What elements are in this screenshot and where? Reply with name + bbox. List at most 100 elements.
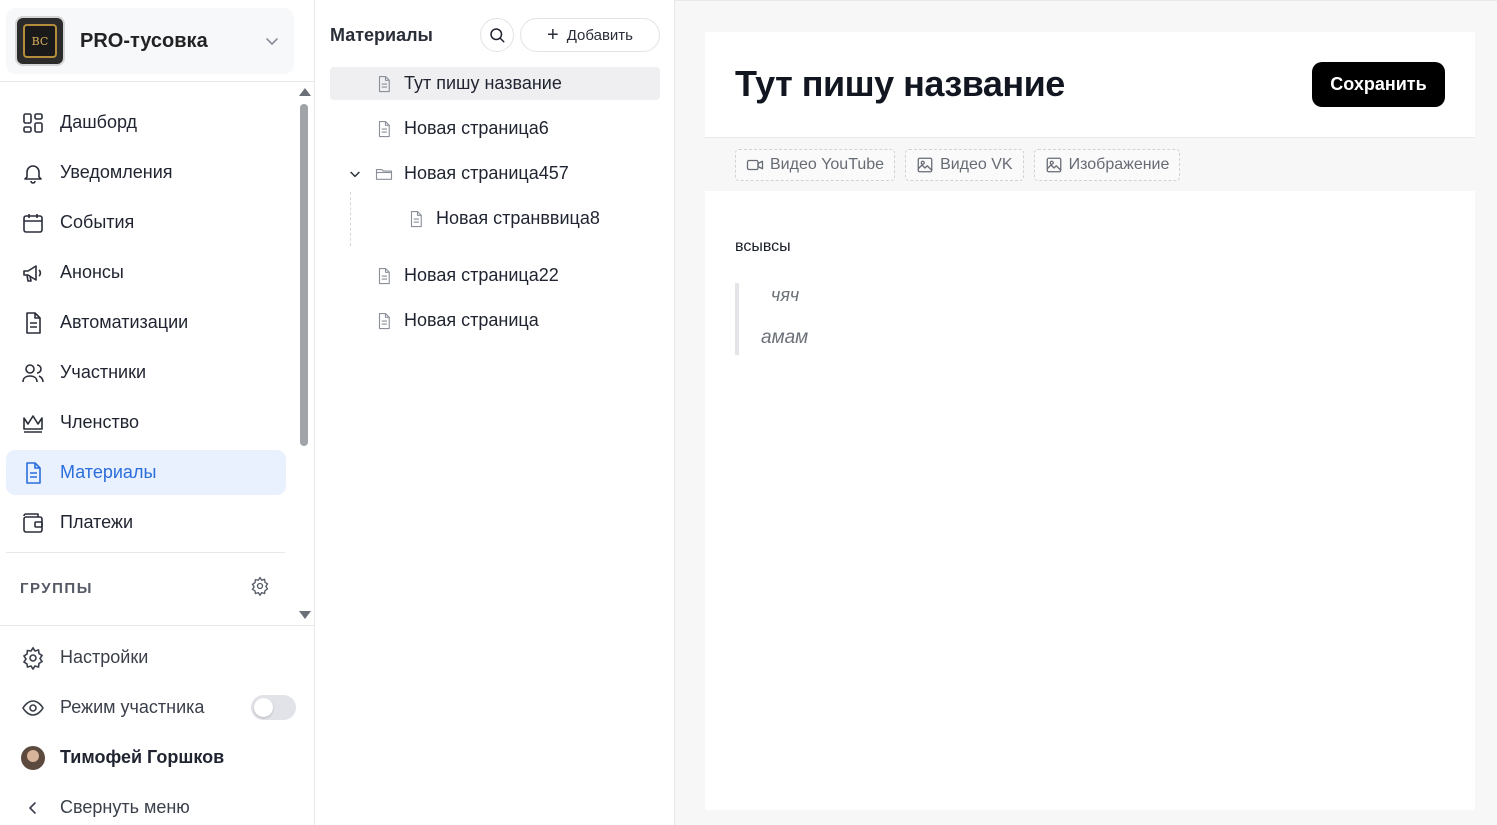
dashboard-icon bbox=[20, 110, 46, 136]
document-icon bbox=[20, 310, 46, 336]
nav-label: Уведомления bbox=[60, 162, 173, 182]
sidebar: BC PRO-тусовка Дашборд Уведомления Событ… bbox=[0, 0, 315, 825]
nav-item-payments[interactable]: Платежи bbox=[6, 500, 286, 545]
divider bbox=[6, 552, 285, 553]
nav-label: Автоматизации bbox=[60, 312, 189, 332]
materials-panel: Материалы + Добавить Тут пишу название Н… bbox=[315, 0, 675, 825]
scroll-thumb[interactable] bbox=[300, 104, 308, 446]
editor-content[interactable]: всывсы чяч амам bbox=[735, 238, 1445, 355]
tree-item[interactable]: Новая страница22 bbox=[330, 259, 660, 292]
divider bbox=[0, 625, 315, 626]
nav-item-automations[interactable]: Автоматизации bbox=[6, 300, 286, 345]
eye-icon bbox=[20, 695, 46, 721]
main-nav: Дашборд Уведомления События Анонсы Автом… bbox=[6, 100, 286, 550]
tree-item[interactable]: Новая страница bbox=[330, 304, 660, 337]
page-title[interactable]: Тут пишу название bbox=[735, 63, 1065, 105]
tree-guide-line bbox=[350, 192, 351, 246]
insert-toolbar: Видео YouTube Видео VK Изображение bbox=[705, 138, 1475, 191]
nav-item-participants[interactable]: Участники bbox=[6, 350, 286, 395]
quote-line[interactable]: чяч bbox=[763, 285, 1445, 311]
nav-item-announcements[interactable]: Анонсы bbox=[6, 250, 286, 295]
bell-icon bbox=[20, 160, 46, 186]
nav-label: Материалы bbox=[60, 462, 157, 482]
tree-item-label: Новая страница6 bbox=[404, 118, 549, 138]
nav-label: Членство bbox=[60, 412, 140, 432]
blockquote[interactable]: чяч амам bbox=[735, 283, 1445, 355]
tree-item-label: Новая страница bbox=[404, 310, 539, 330]
chevron-down-icon[interactable] bbox=[346, 165, 364, 183]
groups-header: ГРУППЫ bbox=[20, 576, 270, 601]
nav-label: События bbox=[60, 212, 135, 232]
insert-youtube-button[interactable]: Видео YouTube bbox=[735, 148, 896, 181]
search-icon bbox=[490, 28, 505, 43]
wallet-icon bbox=[20, 510, 46, 536]
chevron-left-icon bbox=[20, 795, 46, 821]
nav-item-notifications[interactable]: Уведомления bbox=[6, 150, 286, 195]
org-logo: BC bbox=[15, 16, 65, 66]
tree-folder[interactable]: Новая страница457 bbox=[330, 157, 660, 190]
nav-label: Дашборд bbox=[60, 112, 138, 132]
nav-item-membership[interactable]: Членство bbox=[6, 400, 286, 445]
tool-label: Видео VK bbox=[940, 155, 1013, 173]
crown-icon bbox=[20, 410, 46, 436]
settings-label: Настройки bbox=[60, 647, 149, 667]
member-mode-label: Режим участника bbox=[60, 697, 205, 717]
org-name: PRO-тусовка bbox=[80, 29, 208, 52]
insert-image-button[interactable]: Изображение bbox=[1033, 148, 1181, 181]
chevron-down-icon bbox=[266, 38, 278, 45]
tool-label: Видео YouTube bbox=[770, 155, 885, 173]
member-mode-toggle[interactable] bbox=[251, 695, 296, 720]
collapse-menu-item[interactable]: Свернуть меню bbox=[6, 785, 296, 825]
nav-label: Анонсы bbox=[60, 262, 124, 282]
page-icon bbox=[374, 74, 394, 94]
nav-label: Участники bbox=[60, 362, 146, 382]
paragraph[interactable]: всывсы bbox=[735, 238, 1445, 256]
tree-item-label: Новая странввица8 bbox=[436, 208, 600, 228]
page-icon bbox=[406, 209, 426, 229]
tree-item[interactable]: Новая страница6 bbox=[330, 112, 660, 145]
video-icon bbox=[746, 156, 764, 174]
calendar-icon bbox=[20, 210, 46, 236]
avatar bbox=[20, 745, 46, 771]
org-logo-badge: BC bbox=[23, 24, 57, 58]
plus-icon: + bbox=[547, 24, 559, 46]
save-button[interactable]: Сохранить bbox=[1312, 62, 1445, 107]
tree-item-label: Новая страница457 bbox=[404, 163, 569, 183]
insert-vk-video-button[interactable]: Видео VK bbox=[905, 148, 1024, 181]
page-icon bbox=[374, 119, 394, 139]
image-icon bbox=[916, 156, 934, 174]
gear-icon[interactable] bbox=[250, 576, 270, 601]
quote-line[interactable]: амам bbox=[761, 327, 1445, 353]
users-icon bbox=[20, 360, 46, 386]
materials-header: Материалы + Добавить bbox=[330, 17, 660, 53]
settings-item[interactable]: Настройки bbox=[6, 635, 296, 680]
nav-label: Платежи bbox=[60, 512, 134, 532]
add-material-button[interactable]: + Добавить bbox=[520, 18, 660, 52]
image-icon bbox=[1045, 156, 1063, 174]
tree-item[interactable]: Новая странввица8 bbox=[330, 202, 660, 235]
gear-icon bbox=[20, 645, 46, 671]
tree-item-label: Новая страница22 bbox=[404, 265, 559, 285]
collapse-label: Свернуть меню bbox=[60, 797, 190, 817]
page-icon bbox=[374, 311, 394, 331]
nav-item-materials[interactable]: Материалы bbox=[6, 450, 286, 495]
scroll-up-arrow[interactable] bbox=[299, 88, 311, 96]
tree-item-label: Тут пишу название bbox=[404, 73, 562, 93]
document-icon bbox=[20, 460, 46, 486]
nav-item-dashboard[interactable]: Дашборд bbox=[6, 100, 286, 145]
user-profile-item[interactable]: Тимофей Горшков bbox=[6, 735, 296, 780]
sidebar-scrollbar[interactable] bbox=[296, 86, 312, 622]
groups-label: ГРУППЫ bbox=[20, 580, 93, 597]
org-switcher[interactable]: BC PRO-тусовка bbox=[6, 8, 294, 74]
editor-card: Тут пишу название Сохранить Видео YouTub… bbox=[705, 32, 1475, 810]
search-button[interactable] bbox=[480, 18, 514, 52]
nav-item-events[interactable]: События bbox=[6, 200, 286, 245]
tree-item[interactable]: Тут пишу название bbox=[330, 67, 660, 100]
member-mode-item: Режим участника bbox=[6, 685, 296, 730]
scroll-down-arrow[interactable] bbox=[299, 611, 311, 619]
editor-header: Тут пишу название Сохранить bbox=[705, 32, 1475, 138]
add-label: Добавить bbox=[566, 26, 633, 44]
page-icon bbox=[374, 266, 394, 286]
toggle-knob bbox=[254, 698, 273, 717]
materials-tree: Тут пишу название Новая страница6 Новая … bbox=[330, 67, 660, 337]
